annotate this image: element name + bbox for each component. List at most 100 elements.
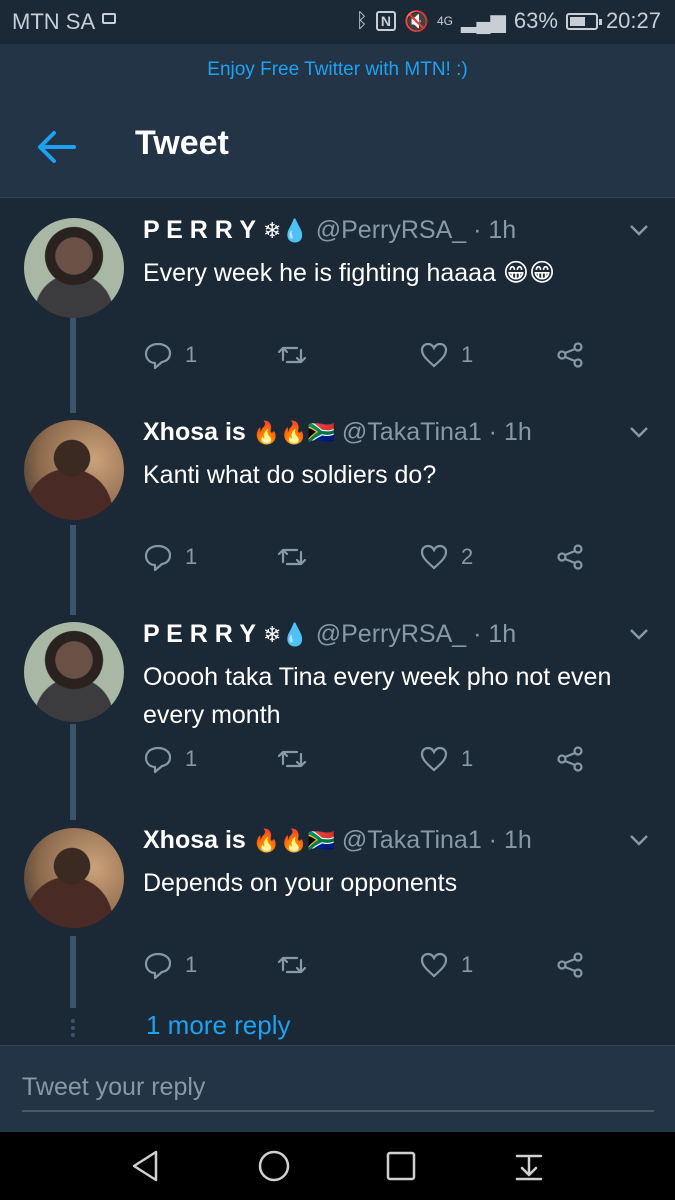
- status-icons: ᛒ N 🔇 4G ▂▄▆ 63% 20:27: [356, 8, 661, 34]
- like-button[interactable]: 1: [419, 950, 473, 980]
- like-button[interactable]: 1: [419, 744, 473, 774]
- tweet-text: Ooooh taka Tina every week pho not even …: [143, 663, 612, 729]
- retweet-button[interactable]: [277, 340, 319, 370]
- heart-icon: [420, 544, 448, 570]
- chevron-down-icon[interactable]: [629, 628, 649, 640]
- more-replies-link[interactable]: 1 more reply: [146, 1010, 291, 1041]
- avatar[interactable]: [24, 828, 124, 928]
- reply-button[interactable]: 1: [143, 542, 197, 572]
- share-button[interactable]: [555, 950, 585, 980]
- avatar[interactable]: [24, 622, 124, 722]
- share-icon: [557, 952, 583, 978]
- user-handle[interactable]: @PerryRSA_: [316, 620, 466, 648]
- tweet-header: P E R R Y ❄💧 @PerryRSA_ · 1h: [143, 620, 516, 649]
- retweet-icon: [277, 346, 307, 364]
- battery-icon: [565, 12, 602, 30]
- name-emoji: 🔥🔥🇿🇦: [252, 828, 335, 853]
- tweet-actions: 1 2: [143, 542, 603, 576]
- tweet-actions: 1 1: [143, 950, 603, 984]
- reply-composer: [0, 1045, 675, 1132]
- nav-home-icon[interactable]: [256, 1148, 292, 1184]
- tweet-text: Depends on your opponents: [143, 869, 458, 897]
- thread-line: [70, 724, 76, 820]
- name-emoji: ❄💧: [262, 218, 309, 243]
- tweet-header: Xhosa is 🔥🔥🇿🇦 @TakaTina1 · 1h: [143, 826, 532, 855]
- reply-thread: P E R R Y ❄💧 @PerryRSA_ · 1h Every week …: [0, 198, 675, 1045]
- chevron-down-icon[interactable]: [629, 834, 649, 846]
- tweet-header: Xhosa is 🔥🔥🇿🇦 @TakaTina1 · 1h: [143, 418, 532, 447]
- chevron-down-icon[interactable]: [629, 224, 649, 236]
- retweet-icon: [277, 548, 307, 566]
- tweet-text: Every week he is fighting haaaa 😁😁: [143, 259, 556, 287]
- back-arrow-icon[interactable]: [34, 128, 78, 166]
- bluetooth-icon: ᛒ: [355, 9, 368, 32]
- retweet-icon: [277, 956, 307, 974]
- like-button[interactable]: 2: [419, 542, 473, 572]
- signal-icon: ▂▄▆: [460, 10, 506, 33]
- promo-banner[interactable]: Enjoy Free Twitter with MTN! :): [0, 44, 675, 96]
- display-name[interactable]: Xhosa is: [143, 826, 246, 854]
- tweet-header: P E R R Y ❄💧 @PerryRSA_ · 1h: [143, 216, 516, 245]
- nfc-icon: N: [375, 11, 397, 31]
- retweet-icon: [277, 750, 307, 768]
- tweet-actions: 1 1: [143, 744, 603, 778]
- thread-line: [70, 936, 76, 1008]
- reply-input[interactable]: [22, 1064, 654, 1112]
- reply-icon: [144, 952, 172, 980]
- reply-count: 1: [185, 952, 198, 977]
- avatar[interactable]: [24, 218, 124, 318]
- display-name[interactable]: P E R R Y: [143, 216, 256, 244]
- tweet-time: · 1h: [488, 826, 532, 854]
- like-button[interactable]: 1: [419, 340, 473, 370]
- name-emoji: 🔥🔥🇿🇦: [252, 420, 335, 445]
- heart-icon: [420, 952, 448, 978]
- tweet-item[interactable]: Xhosa is 🔥🔥🇿🇦 @TakaTina1 · 1h Kanti what…: [0, 400, 675, 615]
- mute-icon: 🔇: [404, 10, 429, 33]
- heart-icon: [420, 342, 448, 368]
- retweet-button[interactable]: [277, 744, 319, 774]
- battery-percent: 63%: [513, 8, 558, 33]
- clock: 20:27: [605, 8, 661, 33]
- display-name[interactable]: P E R R Y: [143, 620, 256, 648]
- retweet-button[interactable]: [277, 950, 319, 980]
- share-button[interactable]: [555, 744, 585, 774]
- reply-button[interactable]: 1: [143, 950, 197, 980]
- like-count: 2: [461, 544, 474, 569]
- reply-count: 1: [185, 746, 198, 771]
- like-count: 1: [461, 342, 474, 367]
- reply-button[interactable]: 1: [143, 744, 197, 774]
- user-handle[interactable]: @TakaTina1: [342, 826, 482, 854]
- share-icon: [557, 342, 583, 368]
- user-handle[interactable]: @PerryRSA_: [316, 216, 466, 244]
- like-count: 1: [461, 952, 474, 977]
- carrier-label: MTN SA: [12, 9, 96, 34]
- page-title: Tweet: [135, 124, 229, 162]
- share-button[interactable]: [555, 542, 585, 572]
- tweet-time: · 1h: [473, 216, 517, 244]
- tweet-time: · 1h: [488, 418, 532, 446]
- tweet-text: Kanti what do soldiers do?: [143, 461, 437, 489]
- reply-button[interactable]: 1: [143, 340, 197, 370]
- display-name[interactable]: Xhosa is: [143, 418, 246, 446]
- nav-notifications-icon[interactable]: [511, 1148, 547, 1184]
- network-type-icon: 4G: [436, 14, 453, 28]
- tweet-item[interactable]: Xhosa is 🔥🔥🇿🇦 @TakaTina1 · 1h Depends on…: [0, 808, 675, 1012]
- tweet-item[interactable]: P E R R Y ❄💧 @PerryRSA_ · 1h Ooooh taka …: [0, 602, 675, 820]
- chevron-down-icon[interactable]: [629, 426, 649, 438]
- system-nav-bar: [0, 1132, 675, 1200]
- name-emoji: ❄💧: [262, 622, 309, 647]
- nav-recents-icon[interactable]: [383, 1148, 419, 1184]
- thread-dots: [69, 1016, 77, 1040]
- tweet-item[interactable]: P E R R Y ❄💧 @PerryRSA_ · 1h Every week …: [0, 198, 675, 413]
- reply-icon: [144, 342, 172, 370]
- share-button[interactable]: [555, 340, 585, 370]
- user-handle[interactable]: @TakaTina1: [342, 418, 482, 446]
- like-count: 1: [461, 746, 474, 771]
- nav-back-icon[interactable]: [128, 1148, 164, 1184]
- retweet-button[interactable]: [277, 542, 319, 572]
- screen-mirror-icon: [102, 13, 116, 24]
- share-icon: [557, 544, 583, 570]
- thread-line: [70, 318, 76, 413]
- reply-icon: [144, 544, 172, 572]
- avatar[interactable]: [24, 420, 124, 520]
